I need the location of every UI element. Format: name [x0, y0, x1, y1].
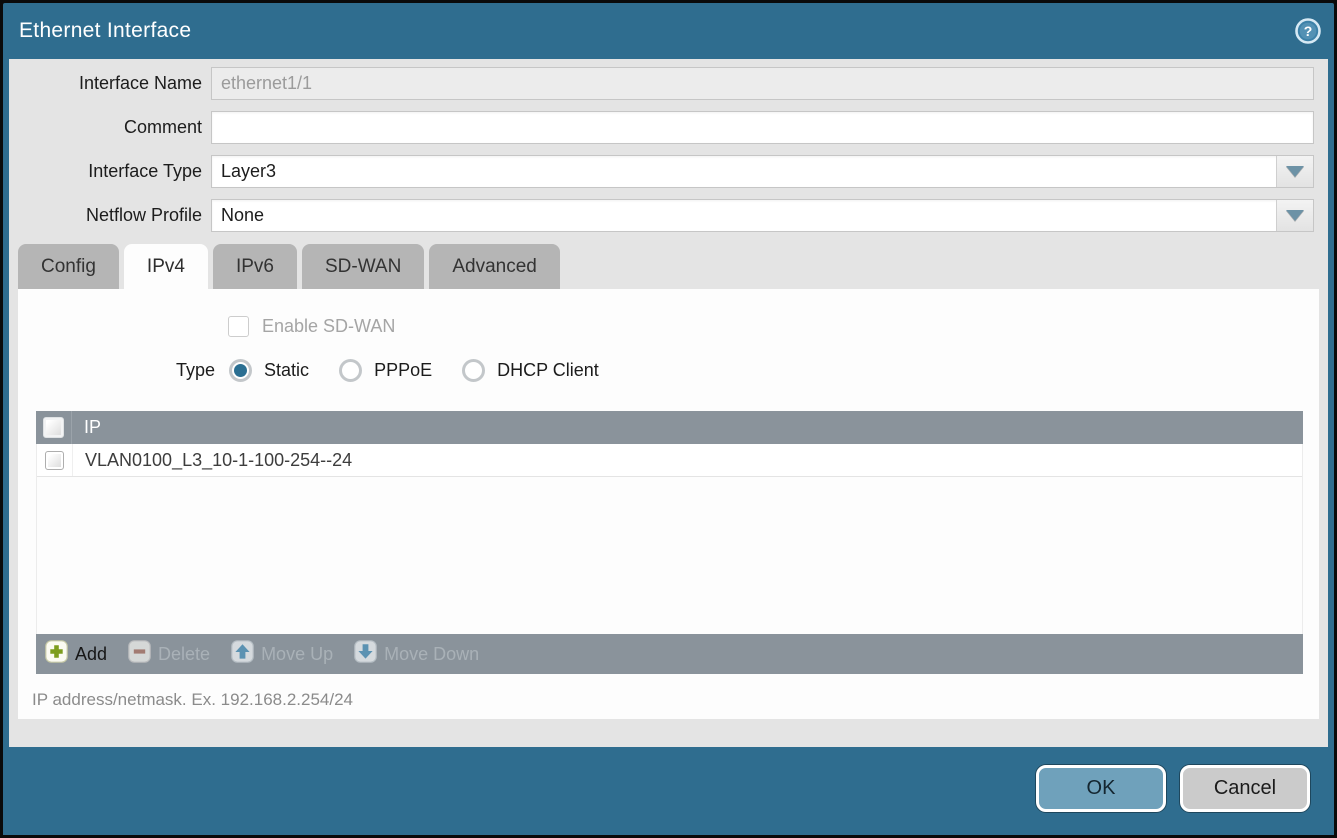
comment-label: Comment — [9, 117, 211, 138]
delete-button-label: Delete — [158, 644, 210, 665]
netflow-profile-dropdown-button[interactable] — [1276, 200, 1313, 231]
add-button[interactable]: Add — [45, 640, 107, 668]
ip-table-body: VLAN0100_L3_10-1-100-254--24 — [36, 444, 1303, 634]
dialog-body: Interface Name ethernet1/1 Comment Inter… — [9, 59, 1328, 747]
form-area: Interface Name ethernet1/1 Comment Inter… — [9, 67, 1328, 232]
delete-button: Delete — [128, 640, 210, 668]
arrow-up-icon — [231, 640, 254, 668]
radio-dhcp-icon — [462, 359, 485, 382]
interface-type-row: Interface Type Layer3 — [9, 155, 1314, 188]
tab-ipv4[interactable]: IPv4 — [124, 244, 208, 289]
netflow-profile-value: None — [221, 205, 264, 226]
radio-pppoe-icon — [339, 359, 362, 382]
radio-option-static[interactable]: Static — [229, 359, 309, 382]
interface-name-row: Interface Name ethernet1/1 — [9, 67, 1314, 100]
tab-sd-wan[interactable]: SD-WAN — [302, 244, 424, 289]
move-down-button: Move Down — [354, 640, 479, 668]
chevron-down-icon — [1286, 210, 1304, 221]
tab-bar: Config IPv4 IPv6 SD-WAN Advanced — [18, 244, 1328, 289]
row-checkbox[interactable] — [45, 451, 64, 470]
netflow-profile-dropdown[interactable]: None — [211, 199, 1314, 232]
radio-option-pppoe[interactable]: PPPoE — [339, 359, 432, 382]
ip-row-value: VLAN0100_L3_10-1-100-254--24 — [73, 444, 352, 476]
comment-row: Comment — [9, 111, 1314, 144]
dialog-footer: OK Cancel — [3, 747, 1334, 835]
type-radio-group: Type Static PPPoE DHCP Client — [176, 359, 1319, 382]
enable-sdwan-label: Enable SD-WAN — [262, 316, 395, 337]
ip-table-toolbar: Add Delete — [36, 634, 1303, 674]
tab-config[interactable]: Config — [18, 244, 119, 289]
row-checkbox-cell — [37, 444, 73, 476]
ip-table: IP VLAN0100_L3_10-1-100-254--24 — [36, 411, 1303, 674]
radio-dhcp-label: DHCP Client — [497, 360, 599, 381]
minus-icon — [128, 640, 151, 668]
interface-type-dropdown-button[interactable] — [1276, 156, 1313, 187]
interface-name-label: Interface Name — [9, 73, 211, 94]
move-down-button-label: Move Down — [384, 644, 479, 665]
comment-field[interactable] — [211, 111, 1314, 144]
netflow-profile-row: Netflow Profile None — [9, 199, 1314, 232]
radio-static-label: Static — [264, 360, 309, 381]
ok-button[interactable]: OK — [1036, 765, 1166, 812]
interface-type-label: Interface Type — [9, 161, 211, 182]
ip-format-hint: IP address/netmask. Ex. 192.168.2.254/24 — [32, 690, 1319, 710]
radio-option-dhcp-client[interactable]: DHCP Client — [462, 359, 599, 382]
interface-name-field: ethernet1/1 — [211, 67, 1314, 100]
select-all-checkbox[interactable] — [43, 417, 64, 438]
arrow-down-icon — [354, 640, 377, 668]
radio-static-icon — [229, 359, 252, 382]
type-label: Type — [176, 360, 215, 381]
dialog-title: Ethernet Interface — [19, 19, 191, 43]
ethernet-interface-dialog: Ethernet Interface ? Interface Name ethe… — [3, 3, 1334, 835]
ip-table-row[interactable]: VLAN0100_L3_10-1-100-254--24 — [37, 444, 1302, 477]
tab-advanced[interactable]: Advanced — [429, 244, 560, 289]
svg-text:?: ? — [1304, 23, 1313, 39]
chevron-down-icon — [1286, 166, 1304, 177]
enable-sdwan-row: Enable SD-WAN — [228, 289, 1319, 337]
ip-column-header: IP — [72, 411, 101, 444]
add-button-label: Add — [75, 644, 107, 665]
interface-type-dropdown[interactable]: Layer3 — [211, 155, 1314, 188]
ipv4-panel: Enable SD-WAN Type Static PPPoE DHCP Cli… — [18, 289, 1319, 719]
radio-pppoe-label: PPPoE — [374, 360, 432, 381]
interface-name-value: ethernet1/1 — [221, 73, 312, 94]
ip-table-header: IP — [36, 411, 1303, 444]
move-up-button: Move Up — [231, 640, 333, 668]
plus-icon — [45, 640, 68, 668]
help-icon[interactable]: ? — [1294, 17, 1322, 45]
interface-type-value: Layer3 — [221, 161, 276, 182]
dialog-titlebar: Ethernet Interface ? — [3, 3, 1334, 59]
enable-sdwan-checkbox — [228, 316, 249, 337]
cancel-button[interactable]: Cancel — [1180, 765, 1310, 812]
move-up-button-label: Move Up — [261, 644, 333, 665]
header-checkbox-cell — [36, 411, 72, 444]
tab-ipv6[interactable]: IPv6 — [213, 244, 297, 289]
netflow-profile-label: Netflow Profile — [9, 205, 211, 226]
